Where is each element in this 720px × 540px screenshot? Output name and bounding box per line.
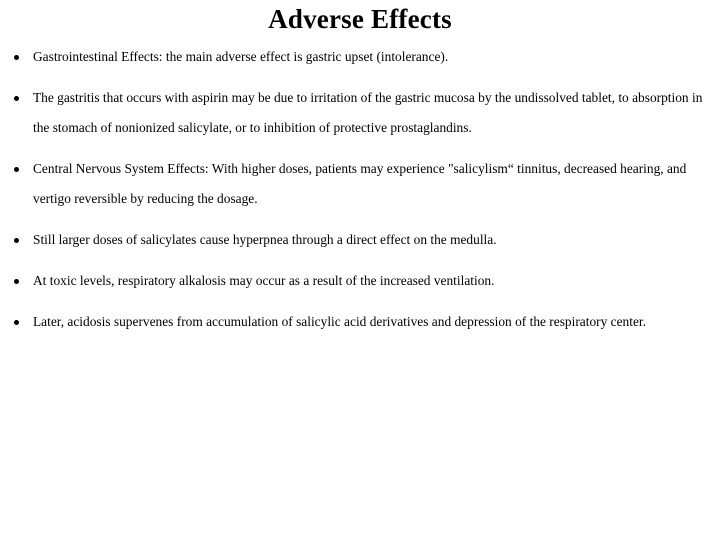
- bullet-list: Gastrointestinal Effects: the main adver…: [0, 42, 720, 337]
- list-item: Still larger doses of salicylates cause …: [0, 225, 720, 255]
- bullet-dot-icon: [14, 166, 19, 172]
- list-item: The gastritis that occurs with aspirin m…: [0, 83, 720, 143]
- bullet-dot-icon: [14, 54, 19, 60]
- bullet-dot-icon: [14, 278, 19, 284]
- list-item-text: The gastritis that occurs with aspirin m…: [33, 90, 703, 135]
- slide-canvas: Adverse Effects Gastrointestinal Effects…: [0, 0, 720, 540]
- list-item: At toxic levels, respiratory alkalosis m…: [0, 266, 720, 296]
- list-item-text: Still larger doses of salicylates cause …: [33, 232, 497, 247]
- bullet-dot-icon: [14, 95, 19, 101]
- list-item: Gastrointestinal Effects: the main adver…: [0, 42, 720, 72]
- list-item: Central Nervous System Effects: With hig…: [0, 154, 720, 214]
- page-title: Adverse Effects: [268, 4, 452, 34]
- list-item-text: Later, acidosis supervenes from accumula…: [33, 314, 646, 329]
- list-item: Later, acidosis supervenes from accumula…: [0, 307, 720, 337]
- bullet-dot-icon: [14, 237, 19, 243]
- bullet-dot-icon: [14, 319, 19, 325]
- list-item-text: Central Nervous System Effects: With hig…: [33, 161, 687, 206]
- list-item-text: At toxic levels, respiratory alkalosis m…: [33, 273, 495, 288]
- list-item-text: Gastrointestinal Effects: the main adver…: [33, 49, 449, 64]
